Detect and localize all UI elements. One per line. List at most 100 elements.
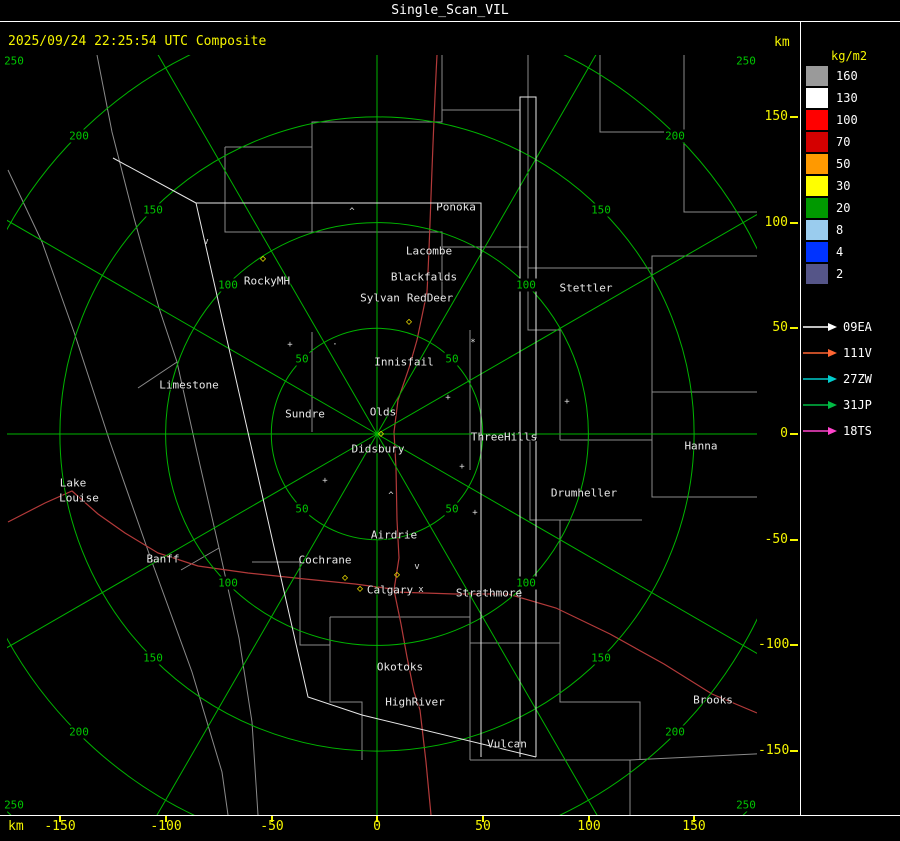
y-axis-tick	[790, 750, 798, 752]
scale-value: 100	[836, 113, 858, 127]
x-axis-tick	[693, 816, 695, 822]
scale-swatch	[806, 154, 828, 174]
window-title: Single_Scan_VIL	[0, 0, 900, 22]
range-ring-label: 150	[590, 651, 612, 665]
y-axis-label: 100	[764, 215, 788, 230]
scale-row: 100	[806, 110, 858, 130]
range-ring-label: 150	[590, 203, 612, 217]
scale-swatch	[806, 176, 828, 196]
y-axis-label: -150	[758, 743, 790, 758]
town-point-icon: ^	[349, 207, 355, 217]
city-label: Hanna	[684, 439, 718, 453]
town-point-icon: +	[472, 508, 478, 518]
city-label: Blackfalds	[390, 270, 458, 284]
scale-value: 20	[836, 201, 851, 215]
scale-value: 70	[836, 135, 851, 149]
town-point-icon: +	[459, 462, 465, 472]
town-point-icon: +	[287, 340, 293, 350]
range-rings	[7, 55, 757, 815]
range-ring-label: 250	[735, 54, 757, 68]
city-label: Banff	[146, 552, 180, 566]
city-label: Vulcan	[487, 737, 527, 751]
scale-swatch	[806, 88, 828, 108]
scale-row: 130	[806, 88, 858, 108]
radar-site-id: 111V	[843, 346, 872, 360]
city-diamond-icon: ◇	[341, 572, 349, 584]
city-label: Lake	[59, 476, 87, 490]
scale-swatch	[806, 132, 828, 152]
radar-legend-row: 09EA	[802, 320, 872, 334]
range-ring-label: 150	[142, 651, 164, 665]
y-axis-tick	[790, 644, 798, 646]
y-axis-label: -50	[764, 532, 788, 547]
bottom-separator-line	[0, 815, 900, 816]
radar-legend-row: 31JP	[802, 398, 872, 412]
city-diamond-icon: ◇	[405, 316, 413, 328]
city-label: Sundre	[285, 407, 325, 421]
city-label: Ponoka	[436, 200, 476, 214]
city-label: Didsbury	[351, 442, 405, 456]
scale-row: 20	[806, 198, 850, 218]
city-label: Innisfail	[374, 355, 434, 369]
city-label: Brooks	[693, 693, 733, 707]
city-diamond-icon: ◇	[356, 583, 364, 595]
town-point-icon: v	[203, 237, 209, 247]
scale-swatch	[806, 220, 828, 240]
scale-swatch	[806, 242, 828, 262]
y-axis-tick	[790, 327, 798, 329]
radar-site-id: 31JP	[843, 398, 872, 412]
x-axis-tick	[165, 816, 167, 822]
scale-swatch	[806, 110, 828, 130]
radar-legend-row: 111V	[802, 346, 872, 360]
town-point-icon: v	[414, 562, 420, 572]
radar-app-window: { "window": { "title": "Single_Scan_VIL"…	[0, 0, 900, 841]
city-label: RedDeer	[406, 291, 454, 305]
y-axis-label: -100	[758, 637, 790, 652]
range-ring-label: 200	[664, 129, 686, 143]
range-ring-label: 250	[3, 798, 25, 812]
city-label: Drumheller	[550, 486, 618, 500]
range-ring-label: 100	[217, 278, 239, 292]
range-ring-label: 50	[294, 502, 310, 516]
range-ring-label: 50	[294, 352, 310, 366]
radar-map-canvas[interactable]	[0, 0, 900, 841]
x-axis-tick	[482, 816, 484, 822]
scale-value: 8	[836, 223, 844, 237]
radar-arrow-icon	[803, 323, 837, 331]
town-point-icon: ^	[388, 491, 394, 501]
range-ring-label: 200	[664, 725, 686, 739]
town-point-icon: +	[445, 393, 451, 403]
range-ring-label: 250	[3, 54, 25, 68]
scan-timestamp: 2025/09/24 22:25:54 UTC Composite	[8, 34, 267, 49]
radar-arrow-icon	[803, 349, 837, 357]
scale-value: 30	[836, 179, 851, 193]
city-label: ThreeHills	[470, 430, 538, 444]
scale-value: 160	[836, 69, 858, 83]
range-ring-label: 100	[217, 576, 239, 590]
town-point-icon: ·	[332, 340, 338, 350]
radar-arrow-icon	[803, 401, 837, 409]
scale-swatch	[806, 198, 828, 218]
legend-separator-line	[800, 22, 801, 815]
range-ring-label: 250	[735, 798, 757, 812]
scale-row: 160	[806, 66, 858, 86]
radar-site-id: 09EA	[843, 320, 872, 334]
scale-row: 30	[806, 176, 850, 196]
x-axis-tick	[588, 816, 590, 822]
radar-legend-row: 27ZW	[802, 372, 872, 386]
y-axis-tick	[790, 433, 798, 435]
y-axis-tick	[790, 222, 798, 224]
y-axis-tick	[790, 539, 798, 541]
range-ring-label: 50	[444, 352, 460, 366]
x-axis-tick	[376, 816, 378, 822]
scale-swatch	[806, 264, 828, 284]
radar-site-id: 27ZW	[843, 372, 872, 386]
y-axis-tick	[790, 116, 798, 118]
radar-coverage-outline	[112, 96, 537, 758]
scale-value: 2	[836, 267, 844, 281]
town-point-icon: *	[470, 338, 476, 348]
range-ring-label: 50	[444, 502, 460, 516]
radar-arrow-icon	[803, 375, 837, 383]
x-axis-tick	[59, 816, 61, 822]
scale-value: 50	[836, 157, 851, 171]
